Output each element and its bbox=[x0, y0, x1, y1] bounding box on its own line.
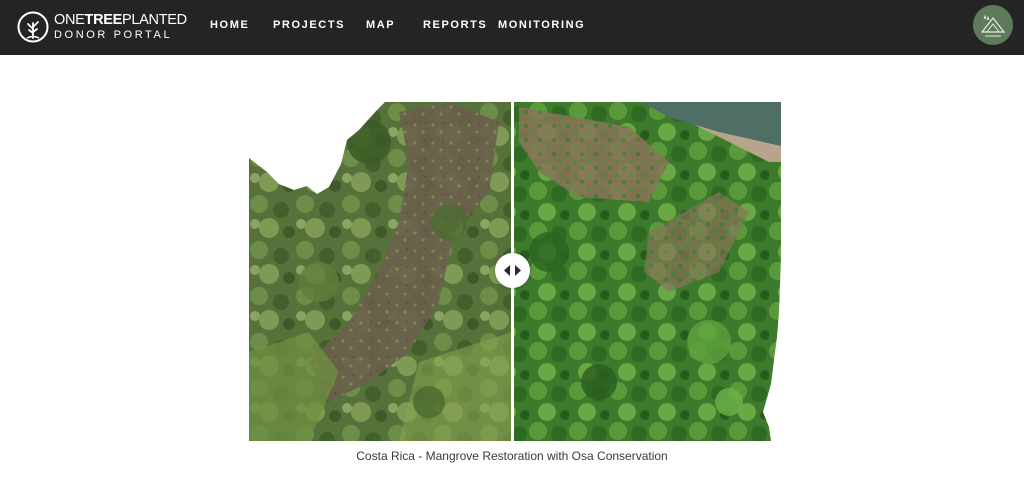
top-navigation-bar: ONETREEPLANTED DONOR PORTAL HOME PROJECT… bbox=[0, 0, 1024, 55]
logo-wordmark: ONETREEPLANTED bbox=[54, 12, 187, 29]
user-avatar[interactable] bbox=[973, 5, 1013, 45]
tree-logo-icon bbox=[17, 11, 49, 43]
one-tree-planted-logo[interactable]: ONETREEPLANTED DONOR PORTAL bbox=[17, 9, 187, 45]
nav-monitoring[interactable]: MONITORING bbox=[498, 19, 585, 31]
image-caption: Costa Rica - Mangrove Restoration with O… bbox=[356, 449, 668, 463]
comparison-slider-handle[interactable] bbox=[495, 253, 530, 288]
nav-projects[interactable]: PROJECTS bbox=[273, 19, 345, 31]
mountain-avatar-icon bbox=[980, 14, 1006, 37]
before-after-image-comparison[interactable] bbox=[249, 102, 781, 441]
nav-reports[interactable]: REPORTS bbox=[423, 19, 487, 31]
nav-home[interactable]: HOME bbox=[210, 19, 249, 31]
nav-map[interactable]: MAP bbox=[366, 19, 395, 31]
left-right-arrows-icon bbox=[504, 265, 521, 276]
logo-subtitle: DONOR PORTAL bbox=[54, 28, 173, 41]
